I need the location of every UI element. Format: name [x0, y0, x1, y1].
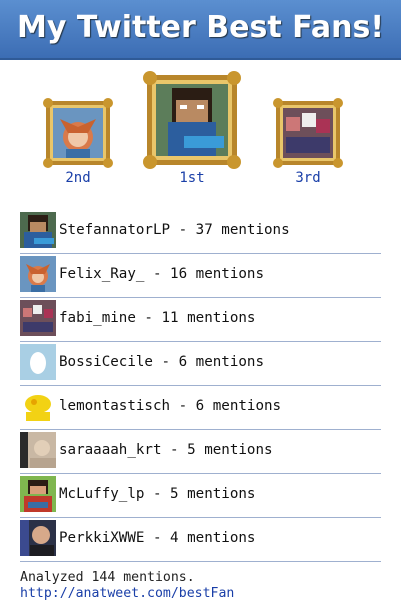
ornate-frame-icon	[273, 98, 343, 168]
podium-second-avatar[interactable]	[42, 97, 114, 169]
analyzed-count: Analyzed 144 mentions.	[20, 570, 195, 585]
fan-row[interactable]: PerkkiXWWE - 4 mentions	[20, 518, 381, 562]
fan-entry-text: fabi_mine - 11 mentions	[59, 310, 256, 326]
page-title: My Twitter Best Fans!	[16, 10, 385, 45]
ornate-frame-icon	[43, 98, 113, 168]
podium-third-label: 3rd	[295, 170, 321, 186]
blurry-photo-avatar-icon	[20, 432, 56, 468]
fan-entry-text: lemontastisch - 6 mentions	[59, 398, 282, 414]
fan-entry-text: PerkkiXWWE - 4 mentions	[59, 530, 256, 546]
fan-entry-text: Felix_Ray_ - 16 mentions	[59, 266, 264, 282]
fan-entry-text: StefannatorLP - 37 mentions	[59, 222, 290, 238]
fan-row[interactable]: lemontastisch - 6 mentions	[20, 386, 381, 430]
podium-first-avatar[interactable]	[142, 70, 242, 170]
fan-entry-text: BossiCecile - 6 mentions	[59, 354, 264, 370]
fan-row[interactable]: Felix_Ray_ - 16 mentions	[20, 254, 381, 298]
person-photo-avatar-icon	[20, 520, 56, 556]
orange-haired-character-avatar-icon	[20, 256, 56, 292]
footer-link[interactable]: http://anatweet.com/bestFan	[20, 586, 234, 601]
fan-row[interactable]: saraaaah_krt - 5 mentions	[20, 430, 381, 474]
fan-entry-text: McLuffy_lp - 5 mentions	[59, 486, 256, 502]
minecraft-group-avatar-icon	[20, 300, 56, 336]
fan-entry-text: saraaaah_krt - 5 mentions	[59, 442, 273, 458]
fan-row[interactable]: StefannatorLP - 37 mentions	[20, 210, 381, 254]
ornate-frame-icon	[143, 71, 241, 169]
yellow-blob-avatar-icon	[20, 388, 56, 424]
minecraft-skin-avatar-icon	[20, 212, 56, 248]
header-bar: My Twitter Best Fans!	[0, 0, 401, 60]
fan-row[interactable]: fabi_mine - 11 mentions	[20, 298, 381, 342]
podium-third-avatar[interactable]	[272, 97, 344, 169]
podium-first-label: 1st	[179, 170, 205, 186]
podium-second-label: 2nd	[65, 170, 91, 186]
default-egg-avatar-icon	[20, 344, 56, 380]
fan-row[interactable]: BossiCecile - 6 mentions	[20, 342, 381, 386]
minecraft-luffy-avatar-icon	[20, 476, 56, 512]
fan-row[interactable]: McLuffy_lp - 5 mentions	[20, 474, 381, 518]
